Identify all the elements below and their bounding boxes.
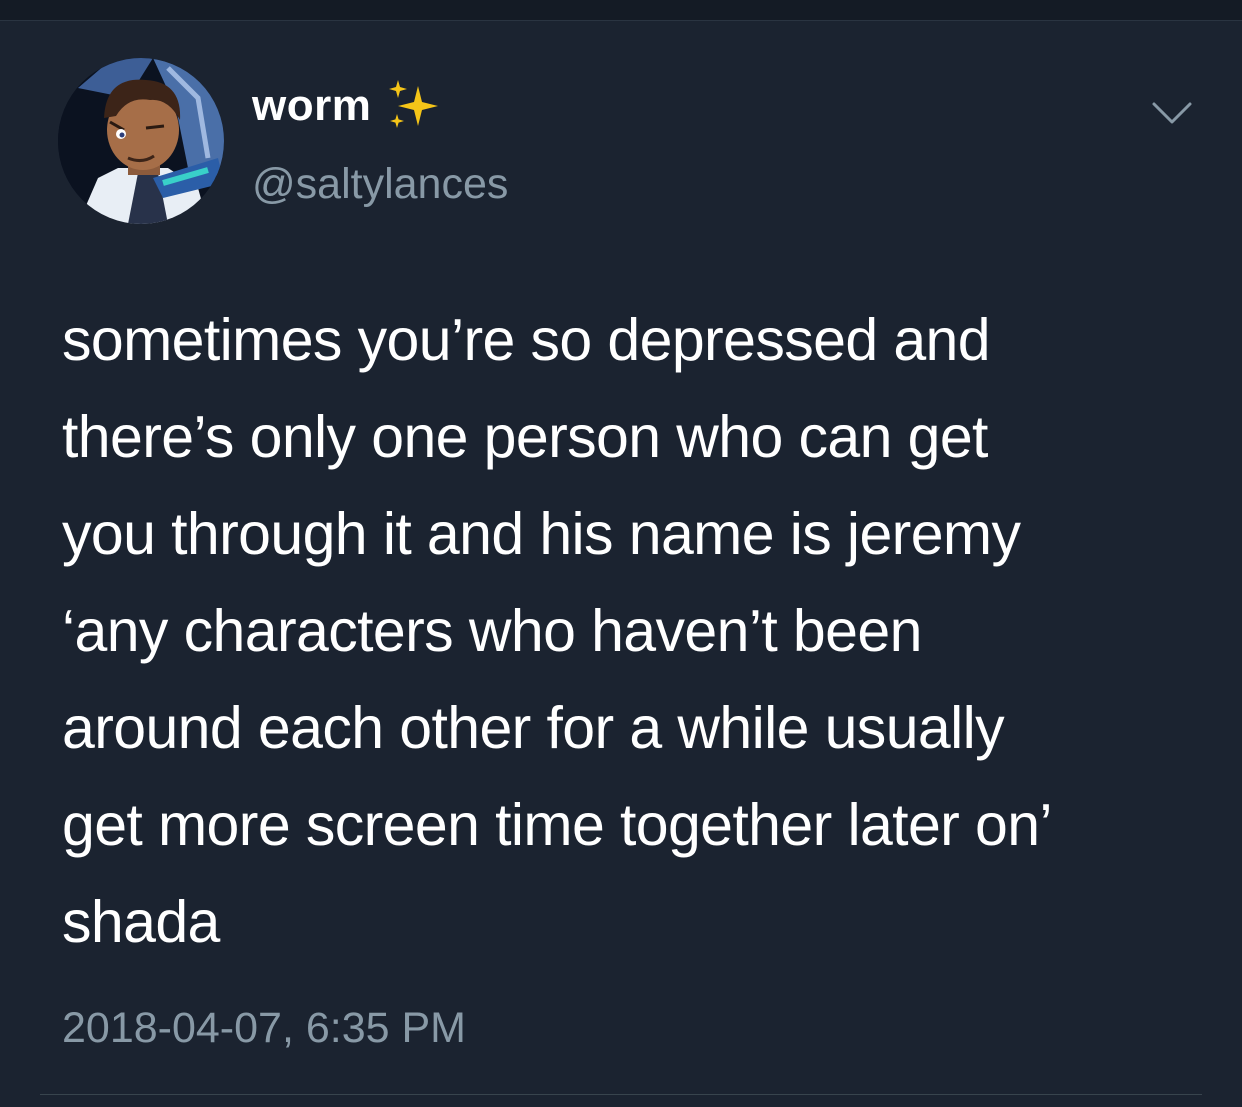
sparkles-icon xyxy=(385,78,441,134)
tweet-timestamp[interactable]: 2018-04-07, 6:35 PM xyxy=(62,1004,466,1053)
tweet-text-line: get more screen time together later on’ xyxy=(62,792,1053,858)
tweet-card: worm @saltylances sometimes you’re so de… xyxy=(0,20,1242,1107)
tweet-text-line: around each other for a while usually xyxy=(62,695,1005,761)
tweet-text-line: shada xyxy=(62,889,220,955)
author-display-name[interactable]: worm xyxy=(252,81,371,131)
author-handle[interactable]: @saltylances xyxy=(252,160,508,209)
author-name-row: worm xyxy=(252,78,441,134)
avatar-image xyxy=(58,58,224,224)
tweet-text-line: sometimes you’re so depressed and xyxy=(62,307,991,373)
tweet-text-line: ‘any characters who haven’t been xyxy=(62,598,922,664)
tweet-text-line: there’s only one person who can get xyxy=(62,404,988,470)
top-strip xyxy=(0,0,1242,21)
tweet-text-line: you through it and his name is jeremy xyxy=(62,501,1021,567)
tweet-text: sometimes you’re so depressed and there’… xyxy=(62,292,1192,971)
avatar[interactable] xyxy=(58,58,224,224)
chevron-down-icon[interactable] xyxy=(1150,98,1194,128)
divider xyxy=(40,1094,1202,1095)
